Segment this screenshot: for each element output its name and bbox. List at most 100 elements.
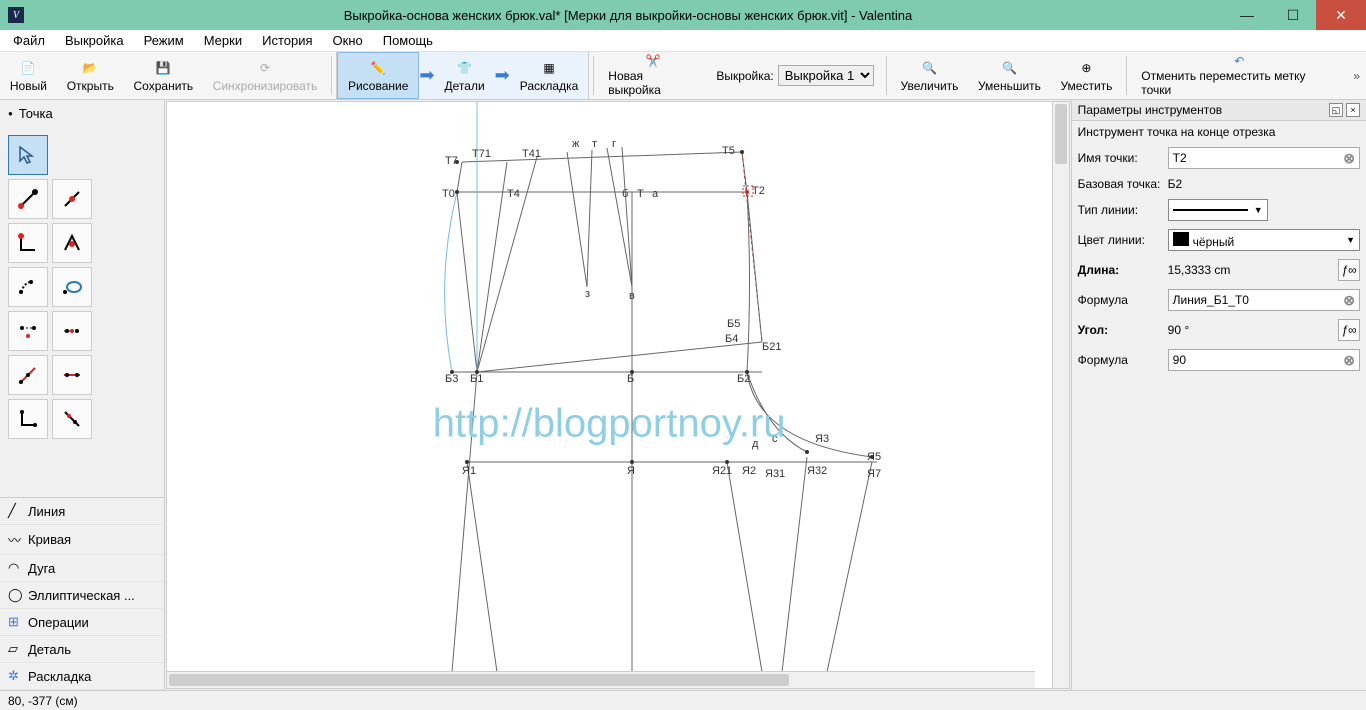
sidebar-section-point[interactable]: Точка xyxy=(0,100,164,127)
menu-mode[interactable]: Режим xyxy=(136,31,192,50)
menu-history[interactable]: История xyxy=(254,31,320,50)
cat-curve[interactable]: 〰Кривая xyxy=(0,525,164,555)
arrow-icon: ➡ xyxy=(419,52,434,99)
tool-cut-spline[interactable] xyxy=(52,355,92,395)
formula-label: Формула xyxy=(1078,293,1162,307)
new-pattern-icon: ✂️ xyxy=(643,54,663,68)
linetype-label: Тип линии: xyxy=(1078,203,1162,217)
fx-button[interactable]: ƒ∞ xyxy=(1338,319,1360,341)
separator xyxy=(886,56,887,95)
curve-icon: 〰 xyxy=(8,530,22,549)
undo-move-button[interactable]: ↶ Отменить переместить метку точки xyxy=(1131,52,1347,99)
tool-intersection[interactable] xyxy=(52,311,92,351)
clear-icon[interactable]: ⊗ xyxy=(1343,150,1355,167)
clear-icon[interactable]: ⊗ xyxy=(1343,292,1355,309)
line-icon: ╱ xyxy=(8,503,22,519)
section-label: Точка xyxy=(19,106,53,121)
cat-operations[interactable]: ⊞Операции xyxy=(0,609,164,636)
undock-icon[interactable]: ◱ xyxy=(1329,103,1343,117)
tool-contact[interactable] xyxy=(52,267,92,307)
mode-group: ✏️ Рисование ➡ 👕 Детали ➡ ▦ Раскладка xyxy=(336,52,589,99)
minimize-button[interactable]: — xyxy=(1224,0,1270,30)
cat-arc[interactable]: ◠Дуга xyxy=(0,555,164,582)
toolbar-overflow[interactable]: » xyxy=(1347,52,1366,99)
cat-line[interactable]: ╱Линия xyxy=(0,498,164,525)
cat-elliptic[interactable]: ◯Эллиптическая ... xyxy=(0,582,164,609)
tool-pointer[interactable] xyxy=(8,135,48,175)
zoom-in-button[interactable]: 🔍 Увеличить xyxy=(891,52,968,99)
zoom-out-button[interactable]: 🔍 Уменьшить xyxy=(968,52,1050,99)
tool-bisector[interactable] xyxy=(52,223,92,263)
pattern-dropdown[interactable]: Выкройка 1 xyxy=(778,65,874,86)
tool-along-line[interactable] xyxy=(52,179,92,219)
svg-text:Я31: Я31 xyxy=(765,468,785,480)
menu-pattern[interactable]: Выкройка xyxy=(57,31,132,50)
pattern-label: Выкройка: xyxy=(716,69,773,83)
point-name-input[interactable]: Т2 ⊗ xyxy=(1168,147,1360,169)
main-area: Точка ╱Линия 〰Кривая ◠Дуга ◯Эллиптическа… xyxy=(0,100,1366,690)
cat-detail[interactable]: ▱Деталь xyxy=(0,636,164,663)
point-tools-grid xyxy=(0,127,164,447)
sync-button[interactable]: ⟳ Синхронизировать xyxy=(203,52,327,99)
h-scrollbar[interactable] xyxy=(167,671,1035,688)
linecolor-combo[interactable]: чёрный ▼ xyxy=(1168,229,1360,251)
menu-measures[interactable]: Мерки xyxy=(196,31,250,50)
sync-icon: ⟳ xyxy=(255,58,275,78)
fit-button[interactable]: ⊕ Уместить xyxy=(1051,52,1123,99)
menu-window[interactable]: Окно xyxy=(325,31,371,50)
tool-cut-arc[interactable] xyxy=(8,355,48,395)
main-toolbar: 📄 Новый 📂 Открыть 💾 Сохранить ⟳ Синхрони… xyxy=(0,52,1366,100)
svg-text:Т71: Т71 xyxy=(472,148,491,160)
props-title-label: Параметры инструментов xyxy=(1078,103,1223,117)
name-label: Имя точки: xyxy=(1078,151,1162,165)
fit-label: Уместить xyxy=(1060,79,1112,93)
svg-text:Б3: Б3 xyxy=(445,373,458,385)
menu-help[interactable]: Помощь xyxy=(375,31,441,50)
tool-point-xy[interactable] xyxy=(8,399,48,439)
save-button[interactable]: 💾 Сохранить xyxy=(124,52,203,99)
tool-perpendicular[interactable] xyxy=(52,399,92,439)
clear-icon[interactable]: ⊗ xyxy=(1343,352,1355,369)
zoom-in-label: Увеличить xyxy=(901,79,959,93)
close-panel-icon[interactable]: × xyxy=(1346,103,1360,117)
props-title-bar: Параметры инструментов ◱ × xyxy=(1072,100,1366,121)
mode-details-button[interactable]: 👕 Детали xyxy=(435,52,495,99)
tool-endpoint[interactable] xyxy=(8,179,48,219)
menu-file[interactable]: Файл xyxy=(5,31,53,50)
maximize-button[interactable]: ☐ xyxy=(1270,0,1316,30)
tool-shoulder[interactable] xyxy=(8,267,48,307)
v-scrollbar[interactable] xyxy=(1052,102,1069,688)
mode-draw-button[interactable]: ✏️ Рисование xyxy=(337,52,419,99)
draw-label: Рисование xyxy=(348,79,408,93)
tool-normal[interactable] xyxy=(8,223,48,263)
new-pattern-button[interactable]: ✂️ Новая выкройка xyxy=(598,52,708,99)
svg-text:б: б xyxy=(622,188,628,200)
new-button[interactable]: 📄 Новый xyxy=(0,52,57,99)
open-label: Открыть xyxy=(67,79,114,93)
pattern-svg: Т7 Т71 Т41 ж т г Т5 Т0 Т4 б Т а Т2 з в Б… xyxy=(167,102,1052,672)
angle-formula-input[interactable]: 90 ⊗ xyxy=(1168,349,1360,371)
linetype-combo[interactable]: ▼ xyxy=(1168,199,1268,221)
tool-triangle[interactable] xyxy=(8,311,48,351)
close-button[interactable]: ✕ xyxy=(1316,0,1366,30)
length-formula-input[interactable]: Линия_Б1_Т0 ⊗ xyxy=(1168,289,1360,311)
zoom-in-icon: 🔍 xyxy=(919,58,939,78)
svg-text:Б: Б xyxy=(627,373,634,385)
separator xyxy=(331,56,332,95)
pattern-selector: Выкройка: Выкройка 1 xyxy=(708,52,881,99)
svg-text:Т41: Т41 xyxy=(522,148,541,160)
new-pattern-label: Новая выкройка xyxy=(608,69,698,97)
cat-layout[interactable]: ✲Раскладка xyxy=(0,663,164,690)
open-button[interactable]: 📂 Открыть xyxy=(57,52,124,99)
save-icon: 💾 xyxy=(153,58,173,78)
cursor-position: 80, -377 (см) xyxy=(8,694,78,708)
drawing-canvas[interactable]: Т7 Т71 Т41 ж т г Т5 Т0 Т4 б Т а Т2 з в Б… xyxy=(166,101,1070,689)
mode-layout-button[interactable]: ▦ Раскладка xyxy=(510,52,589,99)
new-label: Новый xyxy=(10,79,47,93)
svg-text:т: т xyxy=(592,138,597,150)
fx-button[interactable]: ƒ∞ xyxy=(1338,259,1360,281)
layout-cat-icon: ✲ xyxy=(8,668,22,684)
undo-icon: ↶ xyxy=(1229,54,1249,68)
svg-text:Я5: Я5 xyxy=(867,451,881,463)
svg-text:Я7: Я7 xyxy=(867,468,881,480)
